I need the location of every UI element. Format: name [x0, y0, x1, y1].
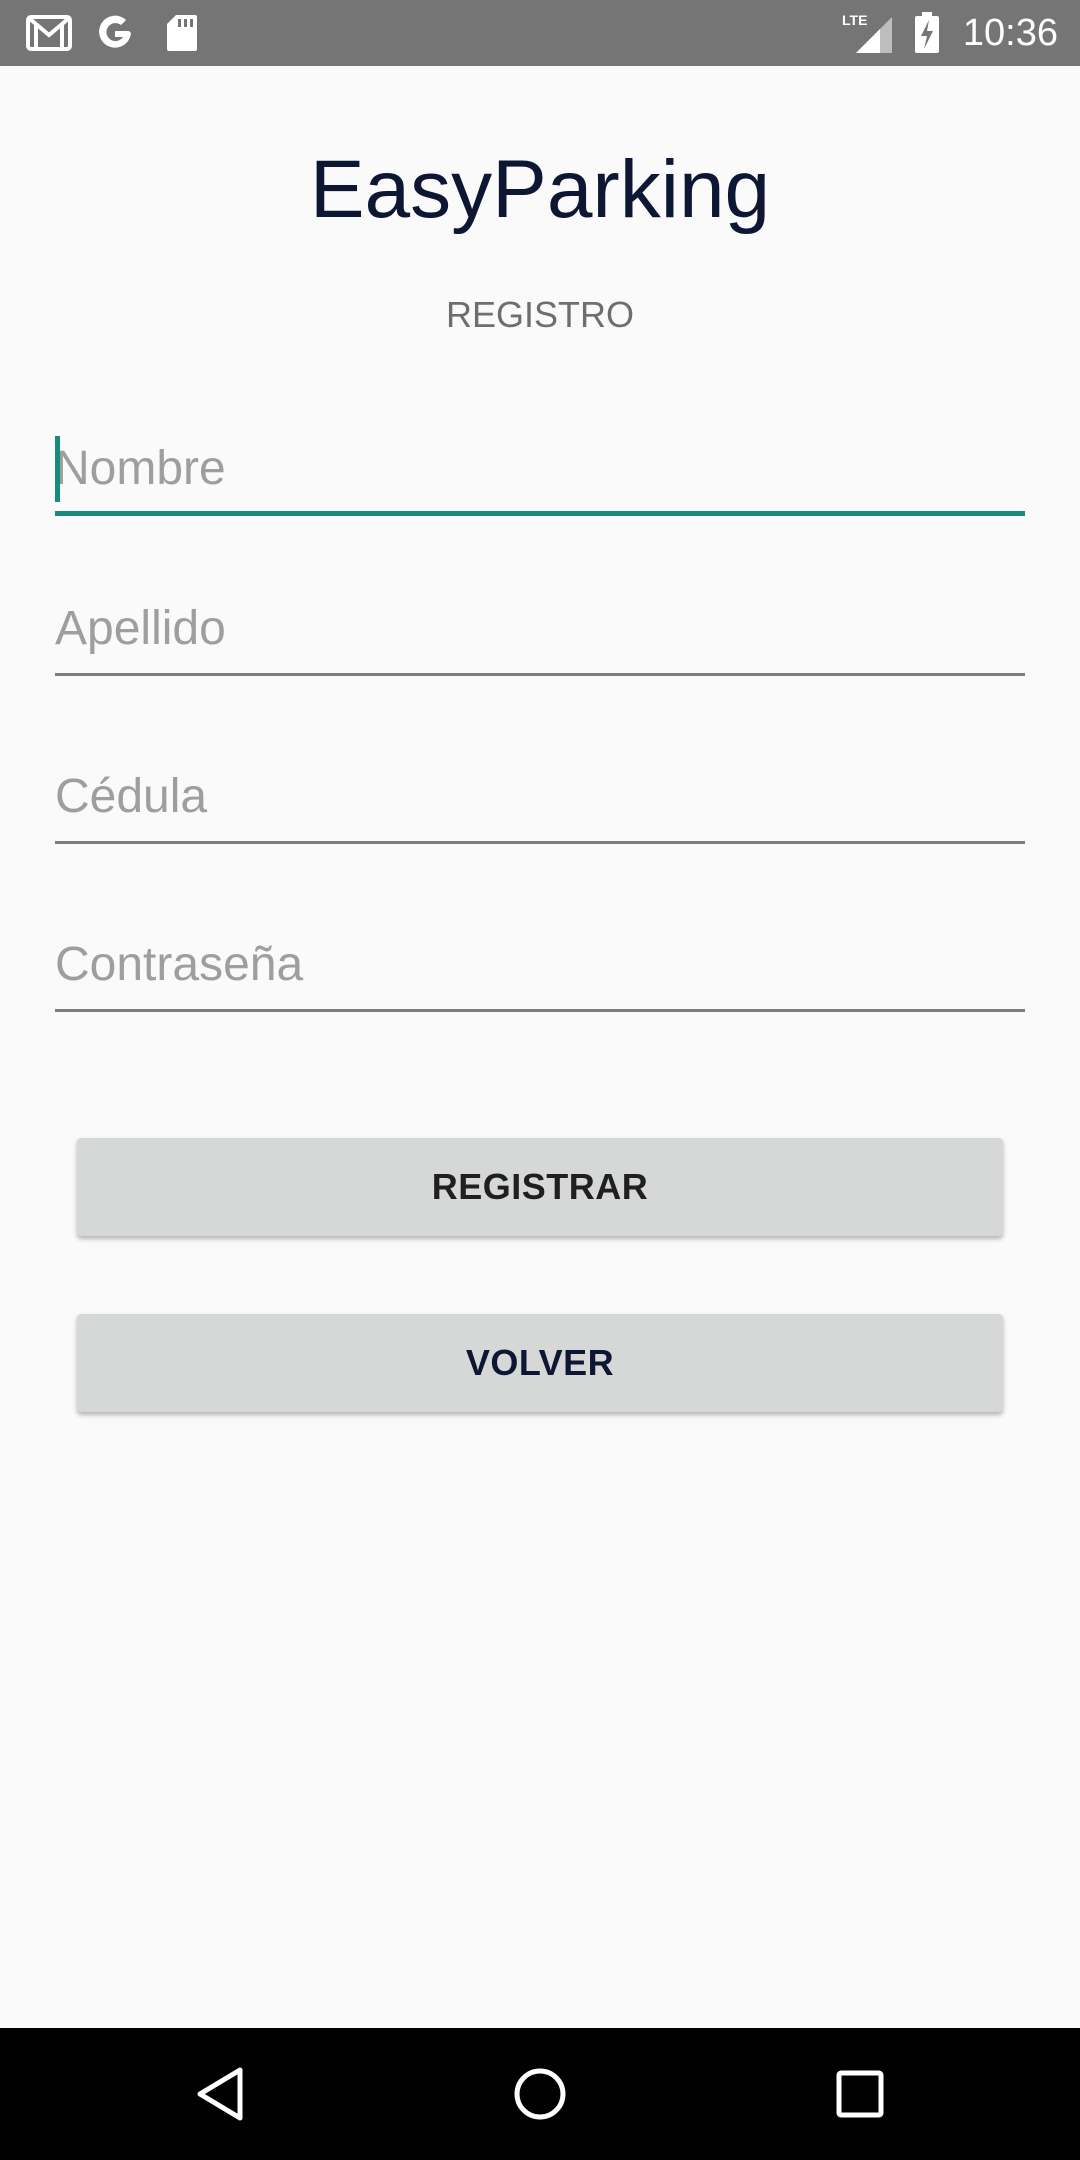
contrasena-input[interactable]: [55, 922, 1025, 1006]
apellido-underline: [55, 673, 1025, 676]
sd-card-icon: [162, 0, 202, 66]
volver-button[interactable]: VOLVER: [77, 1314, 1003, 1412]
registrar-button[interactable]: REGISTRAR: [77, 1138, 1003, 1236]
back-triangle-icon[interactable]: [160, 2028, 280, 2160]
lte-signal-icon: LTE: [842, 0, 896, 66]
page-subtitle: REGISTRO: [445, 294, 634, 335]
google-icon: [92, 0, 138, 66]
apellido-input[interactable]: [55, 586, 1025, 670]
cedula-field[interactable]: [55, 754, 1025, 844]
nombre-input[interactable]: [55, 426, 1025, 510]
nombre-underline: [55, 511, 1025, 516]
cedula-underline: [55, 841, 1025, 844]
home-circle-icon[interactable]: [480, 2028, 600, 2160]
apellido-field[interactable]: [55, 586, 1025, 676]
status-time: 10:36: [962, 12, 1058, 54]
cedula-input[interactable]: [55, 754, 1025, 838]
navigation-bar: [0, 2028, 1080, 2160]
battery-charging-icon: [912, 0, 942, 66]
svg-text:LTE: LTE: [842, 12, 867, 28]
status-bar: LTE 10:36: [0, 0, 1080, 66]
registration-screen: LTE 10:36 EasyParking REGISTRO Nombre Ap…: [0, 0, 1080, 2160]
text-cursor: [55, 436, 60, 502]
gmail-icon: [24, 0, 74, 66]
recents-square-icon[interactable]: [800, 2028, 920, 2160]
nombre-field[interactable]: [55, 426, 1025, 516]
contrasena-field[interactable]: [55, 922, 1025, 1012]
app-title: EasyParking: [309, 144, 771, 235]
contrasena-underline: [55, 1009, 1025, 1012]
